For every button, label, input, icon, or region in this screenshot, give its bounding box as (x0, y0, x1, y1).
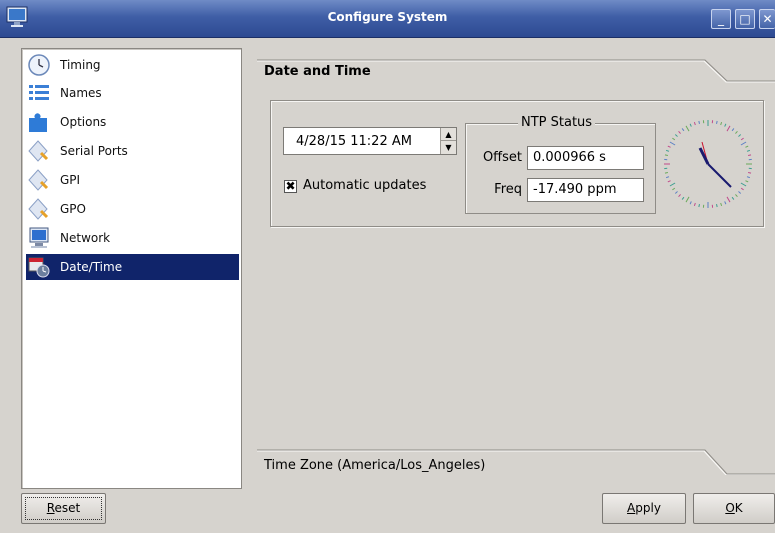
clock-icon (27, 53, 51, 77)
time-zone-divider (257, 449, 775, 475)
clock-tick (665, 176, 670, 179)
clock-tick (731, 128, 735, 132)
sidebar-item-label: GPI (60, 173, 81, 187)
clock-tick (685, 196, 690, 203)
clock-tick (672, 187, 676, 191)
sidebar-item-label: GPO (60, 202, 86, 216)
freq-label: Freq (494, 182, 522, 197)
sidebar-item-label: Date/Time (60, 260, 123, 274)
clock-tick (681, 128, 685, 132)
clock-tick (748, 172, 752, 174)
clock-tick (740, 182, 747, 187)
clock-tick (667, 145, 671, 148)
calendar-clock-icon (27, 255, 51, 279)
clock-tick (735, 130, 738, 134)
clock-tick (678, 194, 681, 198)
list-icon (27, 81, 51, 105)
sidebar-item-date-time[interactable]: Date/Time (26, 254, 239, 280)
clock-tick (746, 176, 751, 179)
clock-tick (674, 191, 678, 194)
close-button[interactable]: ✕ (759, 9, 775, 29)
clock-tick (720, 202, 723, 207)
spin-up-button[interactable]: ▲ (441, 128, 456, 141)
clock-tick (664, 154, 668, 156)
apply-button[interactable]: Apply (602, 493, 686, 524)
clock-tick (731, 196, 735, 200)
clock-tick (716, 120, 718, 124)
clock-tick (669, 141, 676, 146)
sidebar-item-names[interactable]: Names (26, 80, 239, 106)
diamond-plug-icon (27, 197, 51, 221)
datetime-spinbox[interactable]: 4/28/15 11:22 AM ▲ ▼ (283, 127, 457, 155)
reset-button[interactable]: Reset (21, 493, 106, 524)
clock-tick (689, 201, 692, 205)
clock-tick (745, 145, 749, 148)
title-bar: Configure System _ □ ✕ (0, 0, 775, 38)
clock-tick (667, 180, 671, 183)
minimize-button[interactable]: _ (711, 9, 731, 29)
clock-tick (738, 134, 742, 137)
sidebar-item-label: Names (60, 86, 102, 100)
spin-down-button[interactable]: ▼ (441, 141, 456, 154)
clock-tick (720, 121, 723, 126)
window-title: Configure System (327, 10, 448, 24)
offset-label: Offset (482, 150, 522, 165)
offset-field: 0.000966 s (527, 146, 644, 170)
ntp-status-title: NTP Status (518, 115, 596, 130)
diamond-plug-icon (27, 168, 51, 192)
clock-tick (693, 121, 696, 126)
clock-tick (735, 194, 738, 198)
sidebar-item-label: Serial Ports (60, 144, 128, 158)
automatic-updates-checkbox[interactable]: ✖ (284, 180, 297, 193)
clock-tick (685, 125, 690, 132)
category-list[interactable]: Timing Names Options Serial Ports GPI GP… (21, 48, 242, 489)
clock-tick (726, 196, 731, 203)
analog-clock (664, 120, 752, 208)
datetime-value[interactable]: 4/28/15 11:22 AM (296, 134, 412, 149)
sidebar-item-gpo[interactable]: GPO (26, 196, 239, 222)
clock-tick (689, 123, 692, 127)
ok-button[interactable]: OK (693, 493, 775, 524)
maximize-button[interactable]: □ (735, 9, 755, 29)
clock-tick (745, 180, 749, 183)
clock-tick (669, 182, 676, 187)
puzzle-icon (27, 110, 51, 134)
clock-tick (674, 134, 678, 137)
sidebar-item-gpi[interactable]: GPI (26, 167, 239, 193)
clock-minute-hand (707, 163, 732, 188)
clock-tick (665, 149, 670, 152)
sidebar-item-network[interactable]: Network (26, 225, 239, 251)
clock-tick (738, 191, 742, 194)
sidebar-item-label: Network (60, 231, 111, 245)
clock-tick (698, 120, 700, 124)
spin-buttons: ▲ ▼ (440, 128, 456, 154)
clock-tick (724, 123, 727, 127)
monitor-icon (27, 226, 51, 250)
clock-tick (678, 130, 681, 134)
freq-field: -17.490 ppm (527, 178, 644, 202)
clock-tick (748, 154, 752, 156)
sidebar-item-label: Timing (60, 58, 101, 72)
clock-tick (716, 204, 718, 208)
sidebar-item-label: Options (60, 115, 107, 129)
clock-tick (740, 187, 744, 191)
clock-tick (693, 202, 696, 207)
section-divider (257, 59, 775, 83)
clock-tick (698, 204, 700, 208)
automatic-updates-label[interactable]: Automatic updates (303, 178, 426, 193)
clock-tick (664, 172, 668, 174)
clock-tick (724, 201, 727, 205)
sidebar-item-serial-ports[interactable]: Serial Ports (26, 138, 239, 164)
clock-tick (740, 141, 747, 146)
clock-tick (746, 149, 751, 152)
offset-value: 0.000966 s (533, 150, 606, 165)
sidebar-item-timing[interactable]: Timing (26, 52, 239, 78)
diamond-plug-icon (27, 139, 51, 163)
clock-tick (726, 125, 731, 132)
clock-tick (672, 137, 676, 141)
clock-tick (681, 196, 685, 200)
sidebar-item-options[interactable]: Options (26, 109, 239, 135)
clock-tick (740, 137, 744, 141)
freq-value: -17.490 ppm (533, 182, 617, 197)
